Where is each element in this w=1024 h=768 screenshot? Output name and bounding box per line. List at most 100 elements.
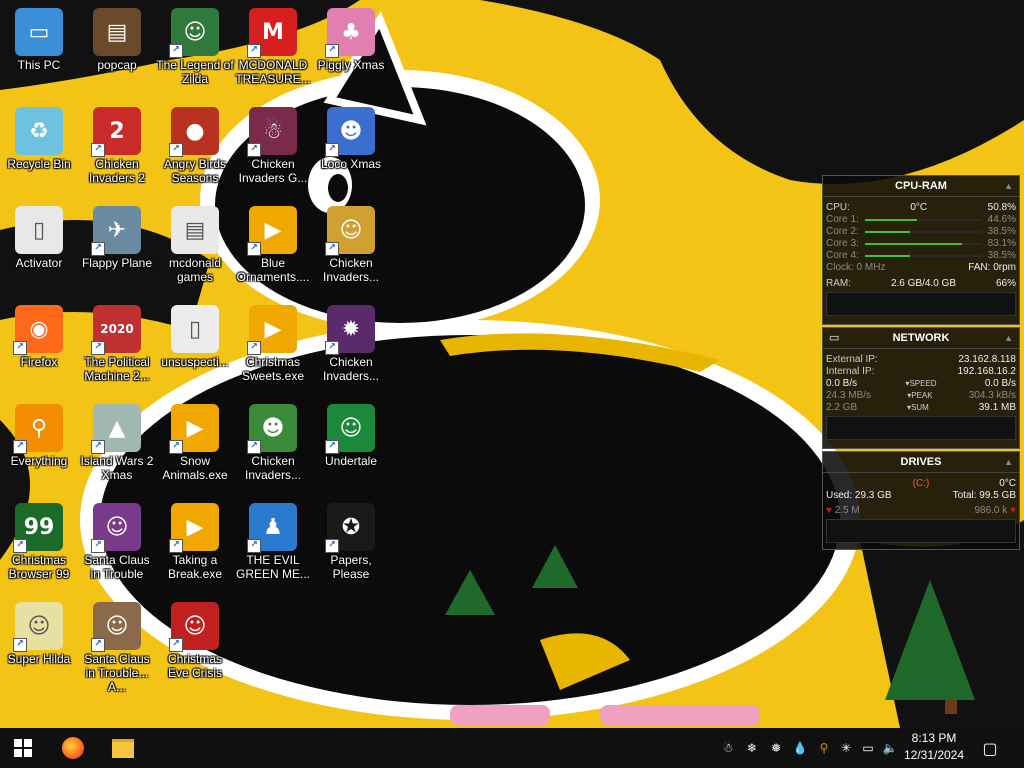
desktop-icon[interactable]: ☺ ↗ Super Hilda: [0, 596, 78, 666]
shortcut-arrow-icon: ↗: [325, 341, 339, 355]
angry-birds-icon: ● ↗: [169, 107, 219, 157]
icon-glyph: 99: [23, 514, 55, 540]
snowflake-tray-icon[interactable]: ✳: [838, 740, 854, 756]
desktop-icon[interactable]: ✪ ↗ Papers, Please: [312, 497, 390, 581]
desktop-icon[interactable]: ✈ ↗ Flappy Plane: [78, 200, 156, 270]
desktop-icon[interactable]: ▶ ↗ Christmas Sweets.exe: [234, 299, 312, 383]
desktop-icon[interactable]: ☻ ↗ Loco Xmas: [312, 101, 390, 171]
cpu-ram-title: CPU-RAM: [895, 180, 947, 192]
desktop-icon-label: Activator: [15, 256, 63, 270]
shortcut-arrow-icon: ↗: [325, 44, 339, 58]
exe-icon: ▶ ↗: [247, 305, 297, 355]
taskbar-file-explorer[interactable]: [100, 728, 146, 768]
collapse-icon[interactable]: ▲: [1004, 176, 1013, 196]
icon-glyph: ✹: [341, 316, 361, 342]
messenger-icon: ♟ ↗: [247, 503, 297, 553]
desktop-icon[interactable]: ♻ Recycle Bin: [0, 101, 78, 171]
papers-please-icon: ✪ ↗: [325, 503, 375, 553]
core-row: Core 4: 38.5%: [823, 250, 1019, 262]
desktop-icon[interactable]: ● ↗ Angry Birds Seasons: [156, 101, 234, 185]
snow-tray-icon[interactable]: ❄: [744, 740, 760, 756]
desktop-icon-label: Undertale: [324, 454, 378, 468]
desktop-icon[interactable]: ▶ ↗ Taking a Break.exe: [156, 497, 234, 581]
droplet-tray-icon[interactable]: 💧: [792, 740, 808, 756]
icon-glyph: M: [262, 19, 284, 45]
network-tray-icon[interactable]: ▭: [860, 740, 876, 756]
drives-gadget[interactable]: DRIVES ▲ (C:) 0°C Used: 29.3 GB Total: 99.5…: [822, 451, 1020, 550]
notification-center-button[interactable]: ▢: [970, 728, 1010, 768]
desktop-icon[interactable]: ▤ popcap: [78, 2, 156, 72]
desktop-icon[interactable]: ☺ ↗ Christmas Eve Crisis: [156, 596, 234, 680]
shortcut-arrow-icon: ↗: [169, 44, 183, 58]
external-ip-label: External IP:: [826, 354, 878, 365]
shortcut-arrow-icon: ↗: [247, 440, 261, 454]
search-tray-icon[interactable]: ⚲: [816, 740, 832, 756]
desktop-icon[interactable]: ☺ ↗ Undertale: [312, 398, 390, 468]
desktop-icon[interactable]: ▯ unsuspecti...: [156, 299, 234, 369]
icon-glyph: ▲: [108, 415, 126, 441]
desktop-icon[interactable]: ▲ ↗ Island Wars 2 Xmas: [78, 398, 156, 482]
firefox-icon: [62, 737, 84, 759]
desktop-icon[interactable]: ☺ ↗ Santa Claus in Trouble... A...: [78, 596, 156, 694]
desktop-icon[interactable]: ☺ ↗ Chicken Invaders...: [312, 200, 390, 284]
desktop-icon[interactable]: ♟ ↗ THE EVIL GREEN ME...: [234, 497, 312, 581]
collapse-icon[interactable]: ▲: [1004, 328, 1013, 348]
desktop-icon[interactable]: ✹ ↗ Chicken Invaders...: [312, 299, 390, 383]
drive-temp: 0°C: [999, 478, 1016, 489]
core-value: 44.6%: [987, 214, 1016, 225]
icon-glyph: ☺: [105, 514, 129, 540]
shortcut-arrow-icon: ↗: [247, 143, 261, 157]
drive-total: Total: 99.5 GB: [952, 490, 1016, 501]
desktop-icon[interactable]: ☺ ↗ Santa Claus in Trouble: [78, 497, 156, 581]
clock[interactable]: 8:13 PM 12/31/2024: [898, 730, 970, 764]
desktop-icon-label: Loco Xmas: [320, 157, 382, 171]
cpu-label: CPU:: [826, 202, 850, 213]
icon-glyph: ▯: [32, 217, 46, 243]
speed-label: SPEED: [909, 379, 937, 388]
desktop-icon-label: This PC: [17, 58, 61, 72]
ram-percent: 66%: [995, 278, 1016, 289]
shortcut-arrow-icon: ↗: [91, 440, 105, 454]
recycle-bin-icon: ♻: [15, 107, 63, 155]
desktop-icon[interactable]: ☃ ↗ Chicken Invaders G...: [234, 101, 312, 185]
desktop-icon[interactable]: ☺ ↗ The Legend of Zilda: [156, 2, 234, 86]
desktop-icon[interactable]: ▤ mcdonald games: [156, 200, 234, 284]
start-button[interactable]: [0, 728, 46, 768]
desktop-icon[interactable]: ▶ ↗ Snow Animals.exe: [156, 398, 234, 482]
ram-value: 2.6 GB/4.0 GB: [890, 278, 957, 289]
icon-glyph: ☃: [263, 118, 283, 144]
folder-icon: ▤: [171, 206, 219, 254]
volume-muted-icon[interactable]: 🔈: [882, 740, 898, 756]
desktop-icon[interactable]: 2020 ↗ The Political Machine 2...: [78, 299, 156, 383]
shortcut-arrow-icon: ↗: [13, 440, 27, 454]
network-gadget[interactable]: ▭ NETWORK ▲ External IP: 23.162.8.118 Inter…: [822, 327, 1020, 449]
desktop-icon[interactable]: ▯ Activator: [0, 200, 78, 270]
desktop-icon[interactable]: ♣ ↗ Piggly Xmas: [312, 2, 390, 72]
desktop-icon[interactable]: ⚲ ↗ Everything: [0, 398, 78, 468]
core-value: 83.1%: [987, 238, 1016, 249]
desktop-icon[interactable]: 2 ↗ Chicken Invaders 2: [78, 101, 156, 185]
shortcut-arrow-icon: ↗: [91, 143, 105, 157]
exe-icon: ▶ ↗: [169, 404, 219, 454]
network-title: NETWORK: [892, 332, 950, 344]
peak-down: 24.3 MB/s: [826, 390, 872, 401]
shortcut-arrow-icon: ↗: [247, 341, 261, 355]
desktop-icon[interactable]: ☻ ↗ Chicken Invaders...: [234, 398, 312, 482]
chicken-invaders-icon: ✹ ↗: [325, 305, 375, 355]
desktop-icon-label: Christmas Eve Crisis: [167, 652, 222, 680]
desktop-icon[interactable]: M ↗ MCDONALD TREASURE...: [234, 2, 312, 86]
drive-read: 2.5 M: [834, 505, 860, 516]
desktop-icon[interactable]: ◉ ↗ Firefox: [0, 299, 78, 369]
snow-tray-icon[interactable]: ❅: [768, 740, 784, 756]
desktop-icon[interactable]: 99 ↗ Christmas Browser 99: [0, 497, 78, 581]
cpu-ram-gadget[interactable]: CPU-RAM ▲ CPU: 0°C 50.8% Core 1: 44.6% Core 2…: [822, 175, 1020, 325]
collapse-icon[interactable]: ▲: [1004, 452, 1013, 472]
shortcut-arrow-icon: ↗: [91, 539, 105, 553]
mcdonalds-icon: M ↗: [247, 8, 297, 58]
desktop-icon[interactable]: ▶ ↗ Blue Ornaments....: [234, 200, 312, 284]
fan-label: FAN: 0rpm: [968, 262, 1016, 273]
desktop-icon[interactable]: ▭ This PC: [0, 2, 78, 72]
snowman-tray-icon[interactable]: ☃: [720, 740, 736, 756]
taskbar-firefox[interactable]: [50, 728, 96, 768]
shortcut-arrow-icon: ↗: [91, 242, 105, 256]
